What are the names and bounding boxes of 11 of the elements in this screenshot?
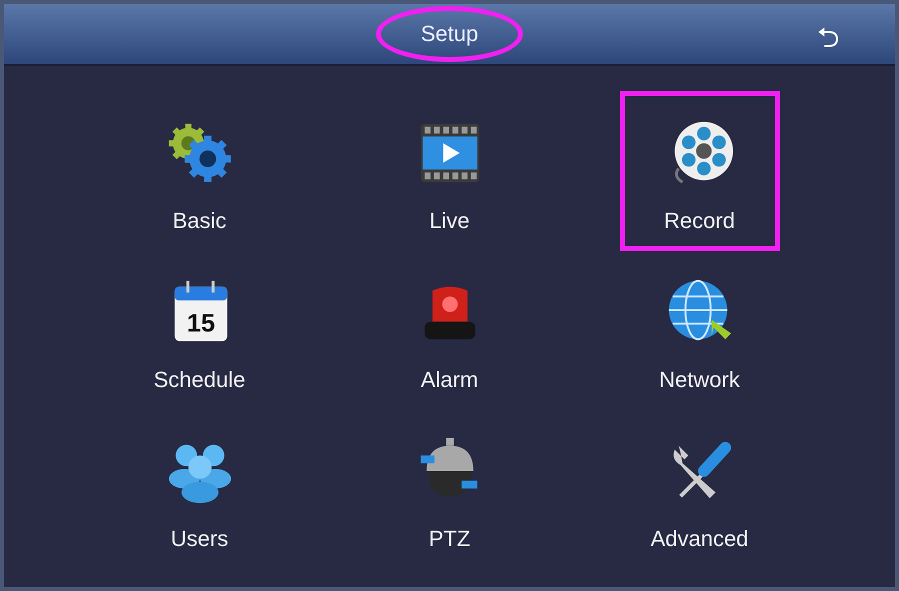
menu-item[interactable]: Users [120,409,280,569]
menu-item[interactable]: Basic [120,91,280,251]
menu-item[interactable]: Alarm [370,250,530,410]
menu-item[interactable]: Live [370,91,530,251]
window-title: Setup [376,6,524,62]
menu-item[interactable]: Network [620,250,780,410]
menu-item[interactable]: Record [620,91,780,251]
menu-item[interactable]: PTZ [370,409,530,569]
back-button[interactable]: ⮌ [811,16,845,66]
menu-item[interactable]: 15 Schedule [120,250,280,410]
menu-item[interactable]: Advanced [620,409,780,569]
